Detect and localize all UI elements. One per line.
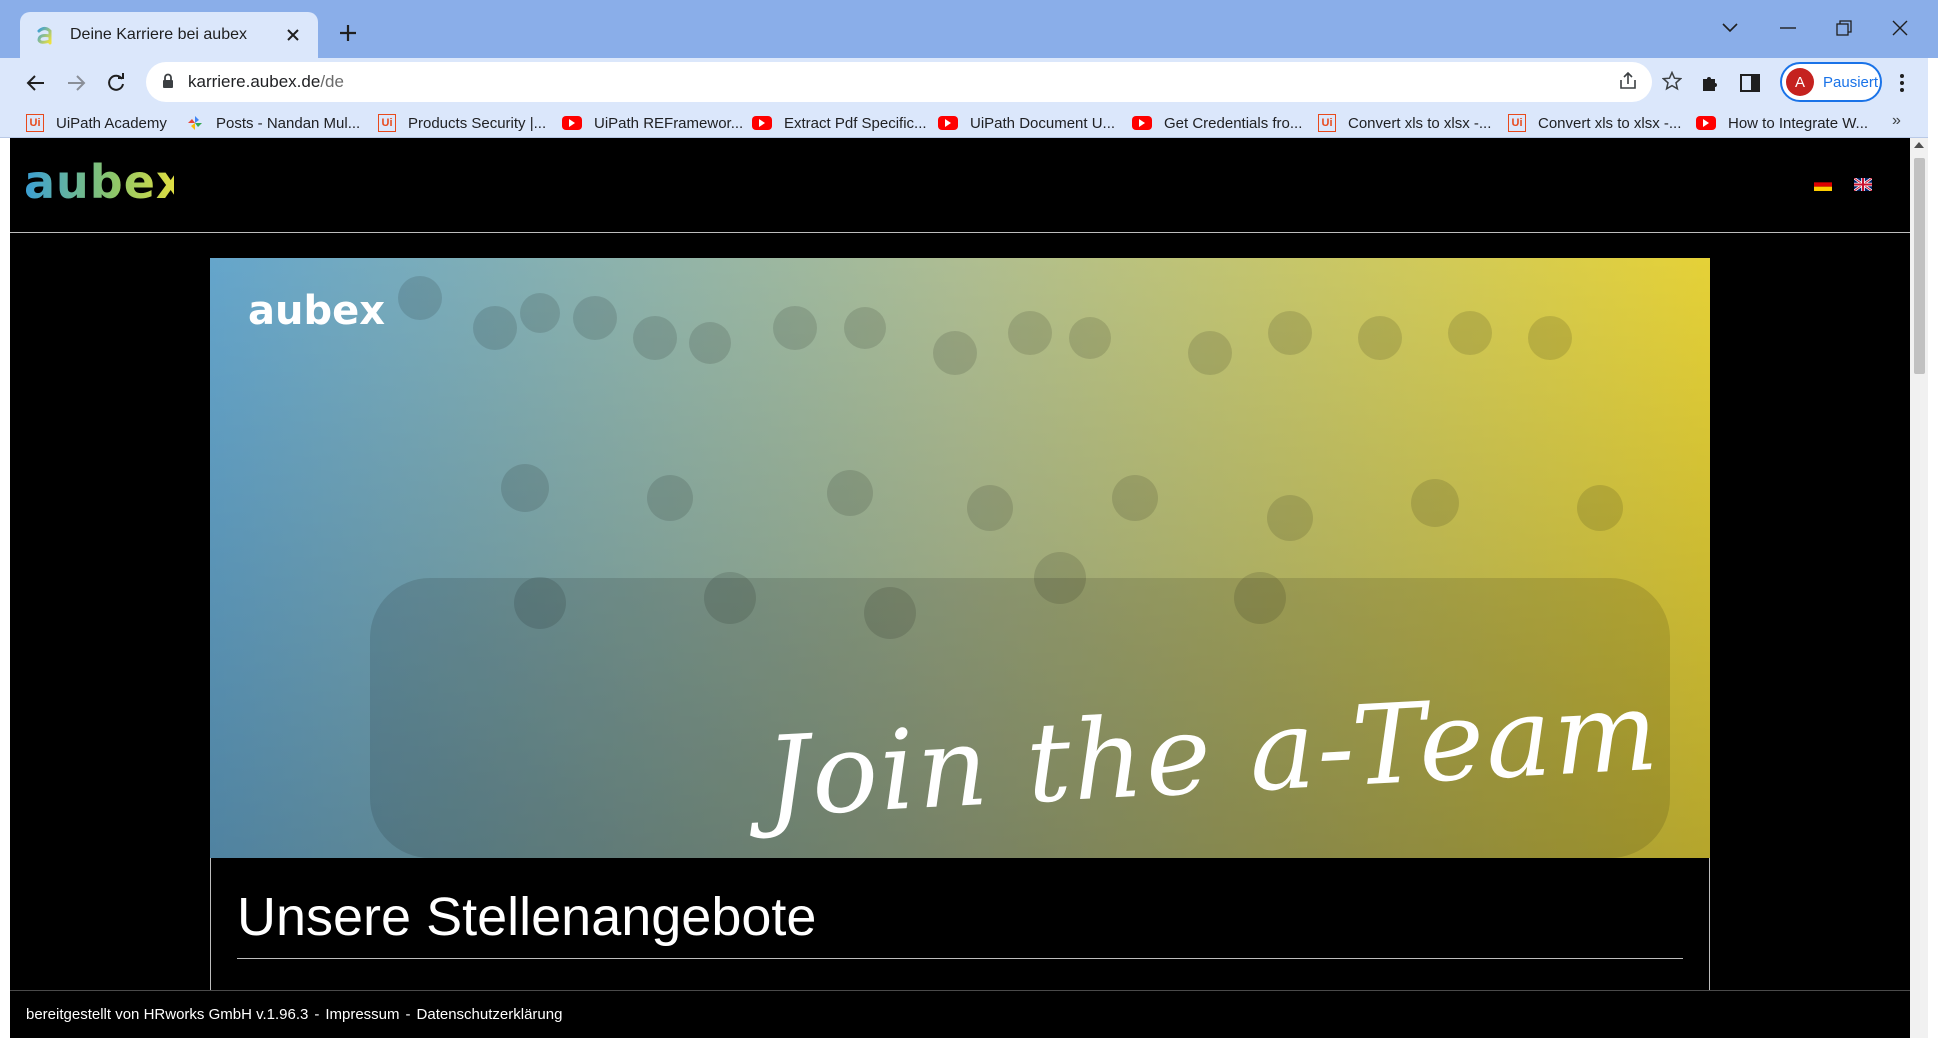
tab-title: Deine Karriere bei aubex bbox=[70, 26, 247, 43]
footer-separator: - bbox=[405, 1006, 411, 1023]
address-bar[interactable]: karriere.aubex.de/de bbox=[146, 62, 1683, 102]
heading-divider bbox=[237, 958, 1683, 959]
tab-strip: Deine Karriere bei aubex bbox=[0, 0, 1938, 58]
footer-provider-text: bereitgestellt von HRworks GmbH v.1.96.3 bbox=[26, 1006, 309, 1023]
url-path: /de bbox=[320, 72, 344, 91]
youtube-icon bbox=[1132, 116, 1152, 130]
bookmark-label: Products Security |... bbox=[408, 114, 547, 132]
privacy-link[interactable]: Datenschutzerklärung bbox=[417, 1006, 563, 1023]
bookmark-label: Convert xls to xlsx -... bbox=[1348, 114, 1492, 132]
uipath-icon: Ui bbox=[1508, 114, 1526, 132]
side-panel-icon[interactable] bbox=[1734, 67, 1766, 99]
bookmark-label: Posts - Nandan Mul... bbox=[216, 114, 361, 132]
youtube-icon bbox=[938, 116, 958, 130]
window-edge bbox=[1928, 58, 1938, 1038]
bookmark-star-icon[interactable] bbox=[1661, 70, 1683, 96]
youtube-icon bbox=[1696, 116, 1716, 130]
jobs-heading: Unsere Stellenangebote bbox=[237, 887, 817, 947]
bookmark-item[interactable]: Ui Convert xls to xlsx -... bbox=[1318, 112, 1491, 134]
aubex-favicon-icon bbox=[34, 24, 56, 46]
scrollbar-thumb[interactable] bbox=[1914, 158, 1925, 374]
new-tab-plus-icon[interactable] bbox=[332, 17, 364, 49]
bookmark-item[interactable]: UiPath Document U... bbox=[938, 112, 1115, 134]
tab-close-icon[interactable] bbox=[282, 24, 304, 46]
uk-flag-icon[interactable] bbox=[1853, 176, 1873, 193]
german-flag-icon[interactable] bbox=[1814, 178, 1832, 191]
page-footer: bereitgestellt von HRworks GmbH v.1.96.3… bbox=[10, 990, 1910, 1038]
site-logo-text: aubex bbox=[24, 158, 174, 208]
hero-logo-text: aubex bbox=[248, 288, 386, 334]
youtube-icon bbox=[752, 116, 772, 130]
uipath-icon: Ui bbox=[26, 114, 44, 132]
browser-toolbar: karriere.aubex.de/de A Pausiert bbox=[0, 58, 1938, 108]
close-window-icon[interactable] bbox=[1882, 12, 1918, 44]
site-logo[interactable]: aubex bbox=[24, 155, 186, 219]
profile-status-label: Pausiert bbox=[1823, 73, 1879, 91]
bookmark-label: Get Credentials fro... bbox=[1164, 114, 1303, 132]
uipath-icon: Ui bbox=[1318, 114, 1336, 132]
restore-icon[interactable] bbox=[1826, 12, 1862, 44]
bookmark-item[interactable]: Ui UiPath Academy bbox=[26, 112, 167, 134]
reload-icon[interactable] bbox=[100, 67, 132, 99]
bookmark-label: UiPath Document U... bbox=[970, 114, 1116, 132]
page-viewport: aubex aubex Join the a-Team Unsere Stell… bbox=[10, 138, 1910, 1038]
bookmark-item[interactable]: How to Integrate W... bbox=[1696, 112, 1868, 134]
bookmark-item[interactable]: Extract Pdf Specific... bbox=[752, 112, 927, 134]
url-text: karriere.aubex.de/de bbox=[188, 72, 344, 92]
bookmarks-overflow-chevron[interactable]: » bbox=[1892, 112, 1901, 130]
bookmark-item[interactable]: Ui Convert xls to xlsx -... bbox=[1508, 112, 1681, 134]
site-header: aubex bbox=[10, 138, 1910, 233]
scroll-up-arrow-icon[interactable] bbox=[1914, 142, 1924, 148]
share-icon[interactable] bbox=[1618, 71, 1638, 96]
bookmark-label: Extract Pdf Specific... bbox=[784, 114, 927, 132]
lock-icon[interactable] bbox=[162, 73, 174, 94]
bookmark-item[interactable]: Ui Products Security |... bbox=[378, 112, 546, 134]
profile-button[interactable]: A Pausiert bbox=[1780, 62, 1882, 102]
extensions-puzzle-icon[interactable] bbox=[1694, 67, 1726, 99]
pinwheel-icon bbox=[186, 114, 204, 132]
url-host: karriere.aubex.de bbox=[188, 72, 321, 91]
minimize-icon[interactable] bbox=[1770, 12, 1806, 44]
bookmark-item[interactable]: Get Credentials fro... bbox=[1132, 112, 1302, 134]
youtube-icon bbox=[562, 116, 582, 130]
bookmark-item[interactable]: Posts - Nandan Mul... bbox=[186, 112, 360, 134]
back-arrow-icon[interactable] bbox=[20, 67, 52, 99]
page-scrollbar[interactable] bbox=[1910, 138, 1928, 1038]
impressum-link[interactable]: Impressum bbox=[325, 1006, 399, 1023]
avatar: A bbox=[1786, 68, 1814, 96]
hero-banner-image: aubex Join the a-Team bbox=[210, 258, 1710, 858]
browser-tab[interactable]: Deine Karriere bei aubex bbox=[20, 12, 318, 58]
bookmark-label: UiPath Academy bbox=[56, 114, 167, 132]
uipath-icon: Ui bbox=[378, 114, 396, 132]
footer-separator: - bbox=[314, 1006, 320, 1023]
bookmark-item[interactable]: UiPath REFramewor... bbox=[562, 112, 743, 134]
bookmarks-bar: Ui UiPath Academy Posts - Nandan Mul... … bbox=[0, 108, 1938, 138]
bookmark-label: How to Integrate W... bbox=[1728, 114, 1869, 132]
menu-kebab-icon[interactable] bbox=[1886, 67, 1918, 99]
tab-search-chevron-icon[interactable] bbox=[1712, 12, 1748, 44]
bookmark-label: Convert xls to xlsx -... bbox=[1538, 114, 1682, 132]
bookmark-label: UiPath REFramewor... bbox=[594, 114, 744, 132]
forward-arrow-icon[interactable] bbox=[60, 67, 92, 99]
